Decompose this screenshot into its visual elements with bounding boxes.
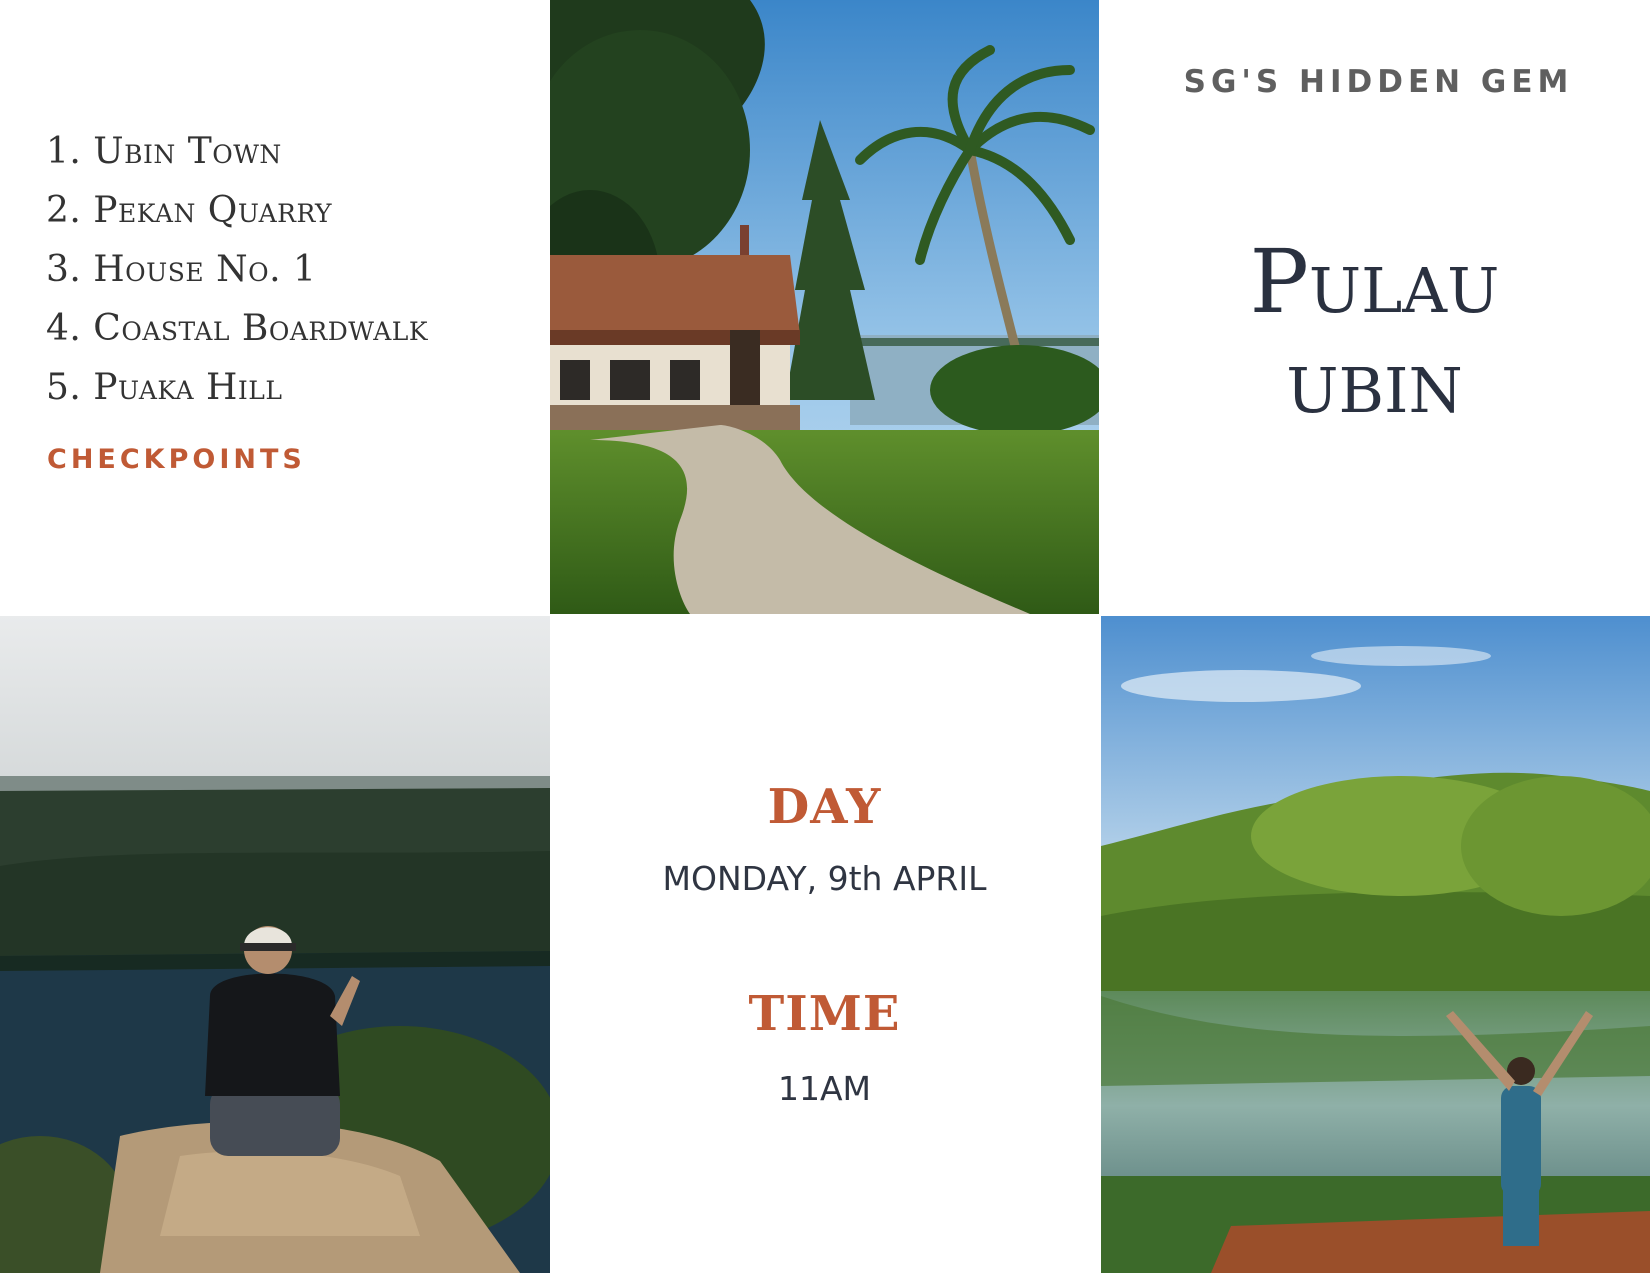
day-label: DAY [767,779,882,835]
kicker-text: SG'S HIDDEN GEM [1183,64,1574,100]
page-title-line-1: Pulau [1249,230,1500,333]
checkpoint-item: 3. House No. 1 [46,249,317,290]
checkpoint-item: 5. Puaka Hill [46,367,283,408]
time-label: TIME [748,986,901,1042]
checkpoint-item: 4. Coastal Boardwalk [46,308,429,349]
day-value: MONDAY, 9th APRIL [662,859,987,898]
page-title-line-2: ubin [1286,330,1463,433]
quarry-photo [1101,616,1650,1273]
checkpoints-panel: 1. Ubin Town 2. Pekan Quarry 3. House No… [0,0,550,614]
checkpoint-item: 2. Pekan Quarry [46,190,333,231]
title-panel: SG'S HIDDEN GEM Pulau ubin [1099,0,1650,614]
checkpoints-caption: CHECKPOINTS [47,444,306,475]
event-details-panel: DAY MONDAY, 9th APRIL TIME 11AM [550,614,1099,1273]
checkpoint-list: 1. Ubin Town 2. Pekan Quarry 3. House No… [46,122,428,417]
quarry-photo-image [1101,616,1650,1273]
time-value: 11AM [777,1069,872,1108]
house-photo-image [550,0,1099,614]
house-photo [550,0,1099,614]
hilltop-photo [0,616,550,1273]
checkpoint-item: 1. Ubin Town [46,131,282,172]
hilltop-photo-image [0,616,550,1273]
